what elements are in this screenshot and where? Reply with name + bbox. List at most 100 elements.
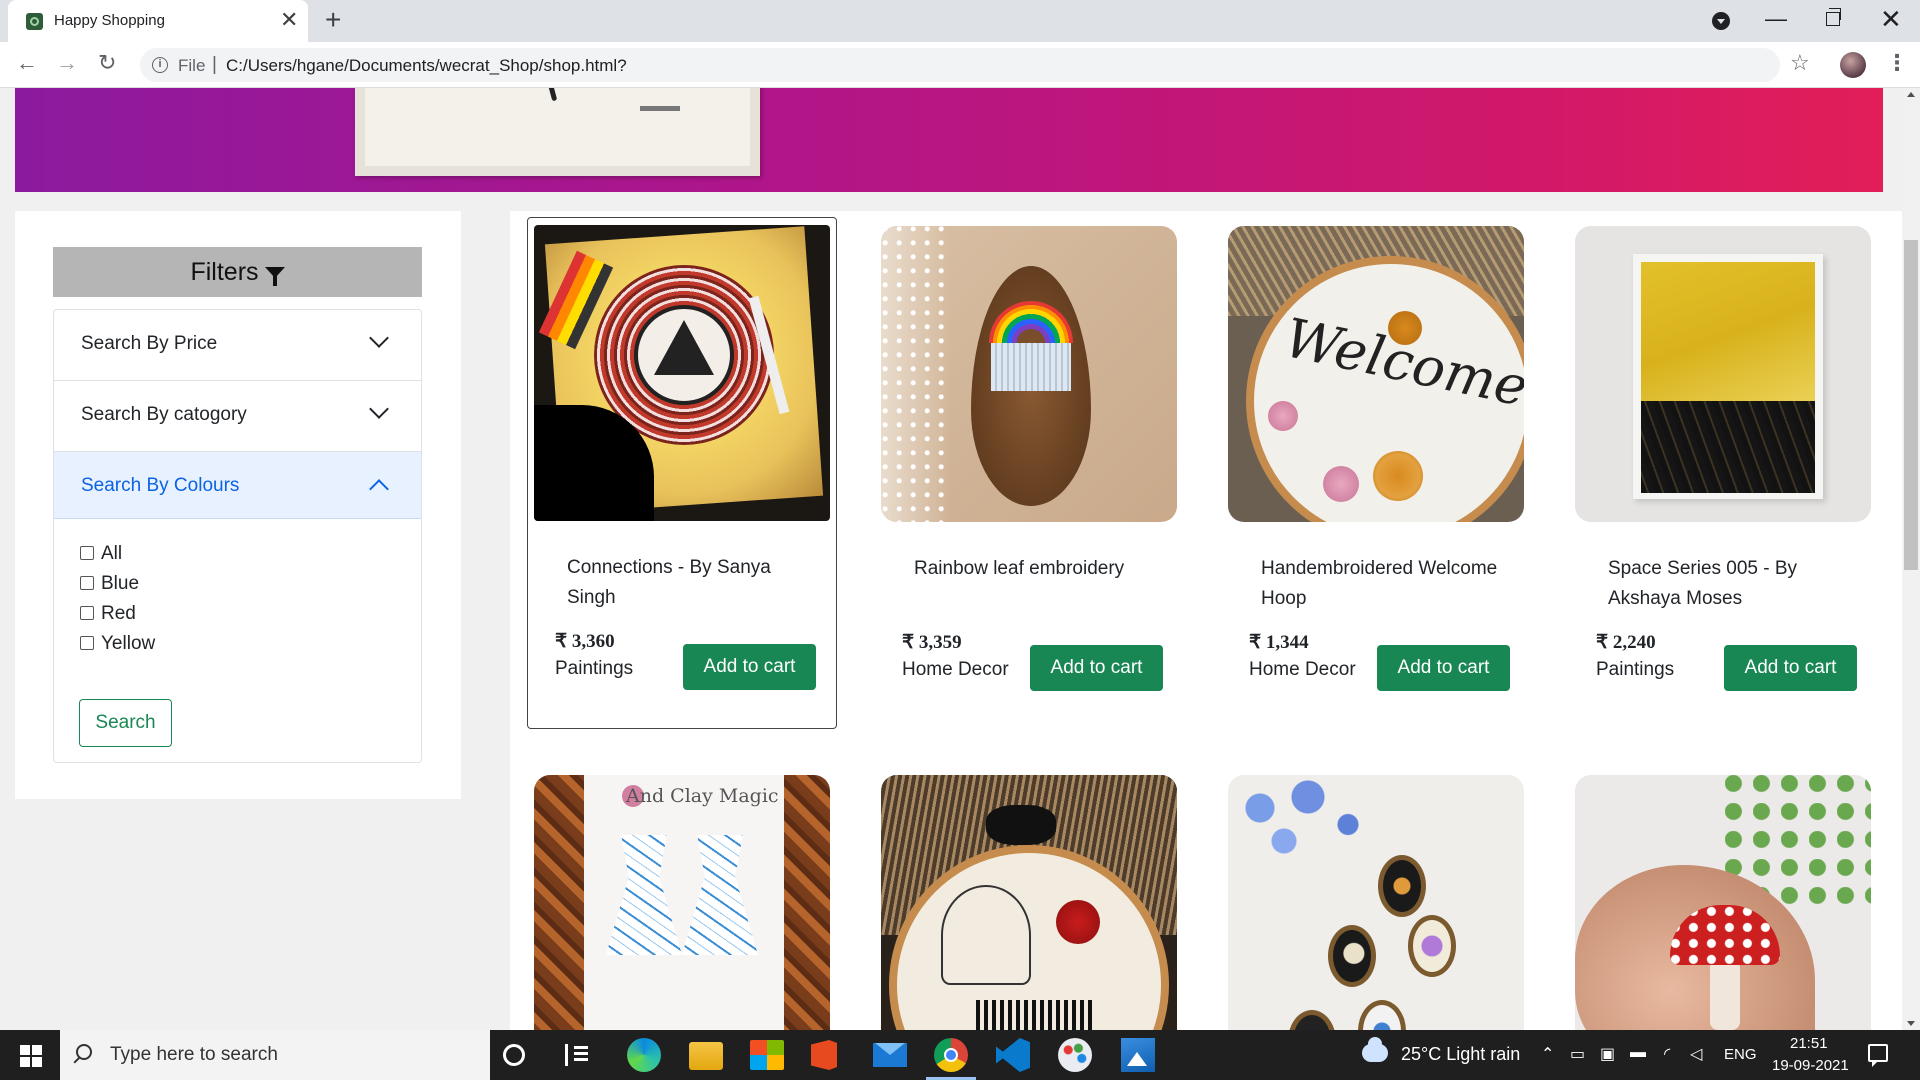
url-text[interactable]: C:/Users/hgane/Documents/wecrat_Shop/sho… (226, 56, 627, 76)
product-card[interactable]: Connections - By Sanya Singh ₹ 3,360 Pai… (527, 217, 837, 729)
accordion-price[interactable]: Search By Price (54, 310, 421, 381)
browser-tab-active[interactable]: Happy Shopping ✕ (8, 0, 308, 42)
back-arrow-icon[interactable]: ← (16, 52, 38, 74)
new-tab-button[interactable]: + (325, 6, 341, 34)
colour-checkbox-yellow[interactable] (80, 636, 94, 650)
wifi-icon[interactable]: ◜ (1664, 1044, 1670, 1064)
page-viewport: Filters Search By Price Search By catogo… (0, 88, 1902, 1030)
search-button[interactable]: Search (79, 699, 172, 747)
product-card[interactable]: And Clay Magic (527, 767, 837, 1030)
product-card[interactable]: Space Series 005 - By Akshaya Moses ₹ 2,… (1568, 218, 1878, 730)
scroll-up-arrow-icon[interactable] (1907, 92, 1915, 97)
tab-search-icon[interactable] (1712, 12, 1730, 30)
funnel-icon (264, 267, 285, 286)
tab-close-icon[interactable]: ✕ (280, 9, 298, 31)
reload-icon[interactable]: ↻ (98, 52, 116, 74)
language-indicator[interactable]: ENG (1724, 1046, 1757, 1063)
product-card[interactable] (1221, 767, 1531, 1030)
accordion-colours[interactable]: Search By Colours (54, 452, 421, 519)
product-image[interactable] (881, 226, 1177, 522)
volume-icon[interactable]: ◁ (1690, 1044, 1702, 1064)
chrome-browser-icon[interactable] (926, 1038, 976, 1080)
scroll-down-arrow-icon[interactable] (1907, 1021, 1915, 1026)
filters-title: Filters (190, 258, 259, 286)
product-price: ₹ 3,360 (555, 631, 615, 652)
windows-taskbar: Type here to search 25°C Light rain ⌃ ▭ … (0, 1030, 1920, 1080)
product-image[interactable] (1228, 775, 1524, 1030)
image-brand-text: And Clay Magic (626, 785, 779, 807)
colour-checkbox-red[interactable] (80, 606, 94, 620)
clock-time[interactable]: 21:51 (1790, 1035, 1828, 1052)
product-image[interactable]: Welcome (1228, 226, 1524, 522)
show-hidden-icons-icon[interactable]: ⌃ (1541, 1044, 1554, 1064)
notification-center-icon[interactable] (1868, 1044, 1888, 1067)
add-to-cart-button[interactable]: Add to cart (1377, 645, 1510, 691)
product-image[interactable] (1575, 226, 1871, 522)
taskbar-search-placeholder: Type here to search (110, 1044, 278, 1065)
product-title: Rainbow leaf embroidery (914, 558, 1125, 579)
colour-label: Yellow (101, 633, 156, 654)
window-restore-button[interactable] (1826, 8, 1841, 26)
product-image[interactable]: And Clay Magic (534, 775, 830, 1030)
window-minimize-button[interactable]: — (1765, 6, 1787, 32)
battery-icon[interactable]: ▬ (1630, 1044, 1646, 1062)
address-bar[interactable]: i File | C:/Users/hgane/Documents/wecrat… (140, 48, 1780, 82)
product-price: ₹ 1,344 (1249, 632, 1309, 653)
url-scheme-label: File (178, 56, 206, 75)
product-card[interactable]: Welcome Handembroidered Welcome Hoop ₹ 1… (1221, 218, 1531, 730)
site-info-icon[interactable]: i (152, 57, 168, 73)
paint-icon[interactable] (1058, 1038, 1092, 1072)
filter-accordion: Search By Price Search By catogory Searc… (53, 309, 422, 763)
add-to-cart-button[interactable]: Add to cart (1030, 645, 1163, 691)
product-card[interactable] (1568, 767, 1878, 1030)
browser-menu-icon[interactable]: ⋮ (1886, 50, 1908, 76)
colour-checkbox-blue[interactable] (80, 576, 94, 590)
product-image[interactable] (534, 225, 830, 521)
bookmark-star-icon[interactable]: ☆ (1790, 51, 1810, 75)
window-close-button[interactable]: ✕ (1880, 4, 1902, 35)
product-card[interactable]: Rainbow leaf embroidery ₹ 3,359 Home Dec… (874, 218, 1184, 730)
site-favicon-icon (26, 13, 43, 30)
chevron-up-icon (369, 479, 389, 499)
vscode-icon[interactable] (996, 1038, 1030, 1072)
weather-cloud-icon[interactable] (1362, 1037, 1388, 1062)
cortana-icon[interactable] (503, 1044, 525, 1066)
profile-avatar[interactable] (1840, 52, 1866, 78)
product-price: ₹ 3,359 (902, 632, 962, 653)
product-title: Handembroidered Welcome Hoop (1261, 558, 1498, 609)
product-category: Paintings (1596, 659, 1675, 680)
accordion-category[interactable]: Search By catogory (54, 381, 421, 452)
colour-checkbox-all[interactable] (80, 546, 94, 560)
add-to-cart-button[interactable]: Add to cart (1724, 645, 1857, 691)
accordion-colours-label: Search By Colours (81, 475, 240, 496)
network-adapter-icon[interactable]: ▭ (1570, 1044, 1585, 1064)
taskbar-search-box[interactable]: Type here to search (60, 1030, 490, 1080)
product-title: Connections - By Sanya Singh (567, 557, 771, 608)
product-image[interactable] (881, 775, 1177, 1030)
chevron-down-icon (369, 399, 389, 419)
product-card[interactable] (874, 767, 1184, 1030)
product-price: ₹ 2,240 (1596, 632, 1656, 653)
add-to-cart-button[interactable]: Add to cart (683, 644, 816, 690)
browser-titlebar: Happy Shopping ✕ + — ✕ (0, 0, 1920, 42)
photos-icon[interactable] (1121, 1038, 1155, 1072)
office-icon[interactable] (811, 1040, 837, 1070)
edge-browser-icon[interactable] (627, 1038, 661, 1072)
scrollbar-thumb[interactable] (1904, 240, 1918, 570)
microsoft-store-icon[interactable] (750, 1040, 784, 1070)
page-scrollbar[interactable] (1902, 88, 1920, 1030)
mail-icon[interactable] (873, 1043, 907, 1067)
hero-banner (15, 88, 1883, 192)
task-view-icon[interactable] (565, 1044, 589, 1066)
file-explorer-icon[interactable] (689, 1042, 723, 1070)
search-icon (76, 1044, 92, 1060)
tab-title: Happy Shopping (54, 12, 165, 29)
weather-text[interactable]: 25°C Light rain (1401, 1044, 1520, 1065)
display-icon[interactable]: ▣ (1600, 1044, 1615, 1064)
chevron-down-icon (369, 328, 389, 348)
product-category: Home Decor (1249, 659, 1356, 680)
clock-date[interactable]: 19-09-2021 (1772, 1057, 1849, 1074)
windows-start-icon[interactable] (20, 1045, 42, 1067)
forward-arrow-icon[interactable]: → (56, 52, 78, 74)
product-image[interactable] (1575, 775, 1871, 1030)
